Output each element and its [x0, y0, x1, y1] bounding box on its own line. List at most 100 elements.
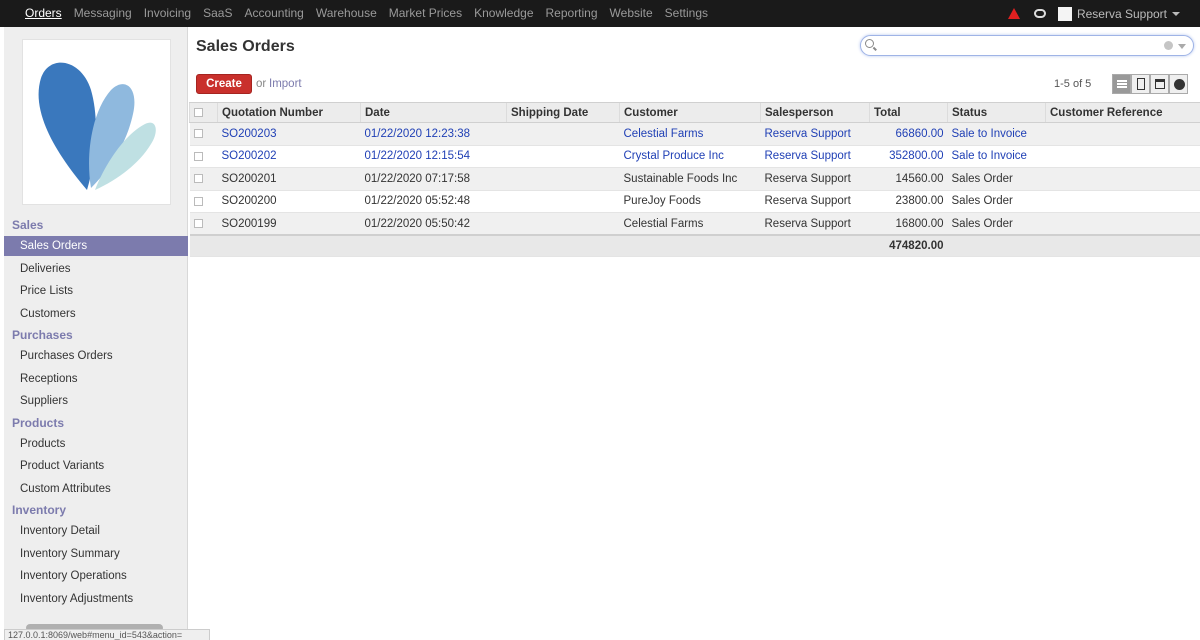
sidebar-item-receptions[interactable]: Receptions: [4, 369, 188, 389]
topnav-accounting[interactable]: Accounting: [238, 0, 309, 27]
sidebar-item-inventory-adjustments[interactable]: Inventory Adjustments: [4, 589, 188, 609]
column-header-salesperson[interactable]: Salesperson: [760, 102, 870, 123]
select-all-checkbox[interactable]: [194, 107, 203, 117]
totals-cell: [360, 234, 507, 257]
sidebar-item-inventory-operations[interactable]: Inventory Operations: [4, 566, 188, 586]
cell-ref: [1045, 167, 1200, 191]
chevron-down-icon[interactable]: [1172, 11, 1180, 16]
topnav-settings[interactable]: Settings: [659, 0, 714, 27]
cell-status: Sales Order: [947, 212, 1046, 236]
cell-total: 66860.00: [869, 122, 948, 146]
totals-row: 474820.00: [189, 234, 1200, 257]
form-icon: [1137, 78, 1145, 90]
row-select-cell: [189, 122, 218, 146]
table-row[interactable]: SO200201 01/22/2020 07:17:58 Sustainable F…: [189, 167, 1200, 191]
cell-salesperson: Reserva Support: [760, 212, 870, 236]
sidebar-item-price-lists[interactable]: Price Lists: [4, 281, 188, 301]
page-title: Sales Orders: [196, 38, 295, 55]
search-input[interactable]: [860, 35, 1194, 56]
row-select-cell: [189, 145, 218, 168]
cell-date: 01/22/2020 12:15:54: [360, 145, 507, 168]
create-button[interactable]: Create: [196, 74, 252, 94]
cell-ref: [1045, 145, 1200, 168]
row-checkbox[interactable]: [193, 129, 203, 139]
cell-total: 16800.00: [869, 212, 948, 236]
topnav-messaging[interactable]: Messaging: [68, 0, 138, 27]
topnav-saas[interactable]: SaaS: [197, 0, 238, 27]
cell-customer: Celestial Farms: [619, 122, 761, 146]
column-header-status[interactable]: Status: [947, 102, 1046, 123]
table-row[interactable]: SO200200 01/22/2020 05:52:48 PureJoy Foods…: [189, 190, 1200, 213]
column-header-shipping-date[interactable]: Shipping Date: [506, 102, 620, 123]
topnav-orders[interactable]: Orders: [19, 0, 68, 27]
calendar-view-button[interactable]: [1150, 74, 1169, 94]
totals-cell: [760, 234, 870, 257]
row-select-cell: [189, 190, 218, 213]
list-view-button[interactable]: [1112, 74, 1131, 94]
sidebar-item-products[interactable]: Products: [4, 434, 188, 454]
cell-number: SO200199: [217, 212, 361, 236]
clear-icon[interactable]: [1164, 41, 1173, 50]
search-options-icon[interactable]: [1178, 44, 1186, 49]
cell-date: 01/22/2020 12:23:38: [360, 122, 507, 146]
cell-customer: Crystal Produce Inc: [619, 145, 761, 168]
sidebar-item-customers[interactable]: Customers: [4, 304, 188, 324]
table-row[interactable]: SO200202 01/22/2020 12:15:54 Crystal Produ…: [189, 145, 1200, 168]
graph-view-button[interactable]: [1169, 74, 1188, 94]
sidebar-item-inventory-summary[interactable]: Inventory Summary: [4, 544, 188, 564]
cell-salesperson: Reserva Support: [760, 122, 870, 146]
user-menu[interactable]: Reserva Support: [1077, 7, 1167, 21]
sidebar-item-inventory-detail[interactable]: Inventory Detail: [4, 521, 188, 541]
cell-total: 352800.00: [869, 145, 948, 168]
row-checkbox[interactable]: [193, 174, 203, 184]
table-row[interactable]: SO200203 01/22/2020 12:23:38 Celestial Far…: [189, 122, 1200, 146]
column-header-customer[interactable]: Customer: [619, 102, 761, 123]
sidebar-section-sales: Sales: [12, 218, 44, 232]
table-header: Quotation Number Date Shipping Date Custome…: [189, 102, 1200, 123]
column-header-quotation-number[interactable]: Quotation Number: [217, 102, 361, 123]
cell-status: Sale to Invoice: [947, 122, 1046, 146]
sidebar-item-custom-attributes[interactable]: Custom Attributes: [4, 479, 188, 499]
topnav-invoicing[interactable]: Invoicing: [138, 0, 197, 27]
alert-icon[interactable]: [1007, 8, 1020, 19]
column-header-date[interactable]: Date: [360, 102, 507, 123]
cell-status: Sales Order: [947, 167, 1046, 191]
row-select-cell: [189, 212, 218, 236]
topnav-knowledge[interactable]: Knowledge: [468, 0, 539, 27]
avatar[interactable]: [1057, 6, 1072, 21]
cell-shipping: [506, 145, 620, 168]
sidebar-item-deliveries[interactable]: Deliveries: [4, 259, 188, 279]
table-row[interactable]: SO200199 01/22/2020 05:50:42 Celestial Far…: [189, 212, 1200, 236]
row-select-cell: [189, 167, 218, 191]
topnav-warehouse[interactable]: Warehouse: [310, 0, 383, 27]
top-right-area: Reserva Support: [1007, 0, 1200, 27]
row-checkbox[interactable]: [193, 196, 203, 206]
list-icon: [1117, 80, 1127, 88]
import-link[interactable]: Import: [269, 78, 302, 90]
column-header-customer-reference[interactable]: Customer Reference: [1045, 102, 1200, 123]
cell-status: Sales Order: [947, 190, 1046, 213]
cell-ref: [1045, 190, 1200, 213]
row-checkbox[interactable]: [193, 218, 203, 228]
sidebar-item-purchases-orders[interactable]: Purchases Orders: [4, 346, 188, 366]
cell-number: SO200200: [217, 190, 361, 213]
form-view-button[interactable]: [1131, 74, 1150, 94]
column-header-total[interactable]: Total: [869, 102, 948, 123]
topnav-reporting[interactable]: Reporting: [540, 0, 604, 27]
cell-shipping: [506, 167, 620, 191]
topnav-website[interactable]: Website: [604, 0, 659, 27]
chat-icon[interactable]: [1033, 9, 1046, 18]
cell-number: SO200203: [217, 122, 361, 146]
sidebar-item-suppliers[interactable]: Suppliers: [4, 391, 188, 411]
sidebar-item-sales-orders[interactable]: Sales Orders: [4, 236, 188, 256]
totals-cell: [619, 234, 761, 257]
cell-date: 01/22/2020 05:50:42: [360, 212, 507, 236]
row-checkbox[interactable]: [193, 151, 203, 161]
cell-customer: PureJoy Foods: [619, 190, 761, 213]
cell-salesperson: Reserva Support: [760, 167, 870, 191]
totals-cell: [217, 234, 361, 257]
topnav-market-prices[interactable]: Market Prices: [383, 0, 468, 27]
cell-ref: [1045, 122, 1200, 146]
table-body: SO200203 01/22/2020 12:23:38 Celestial Far…: [189, 122, 1200, 257]
sidebar-item-product-variants[interactable]: Product Variants: [4, 456, 188, 476]
